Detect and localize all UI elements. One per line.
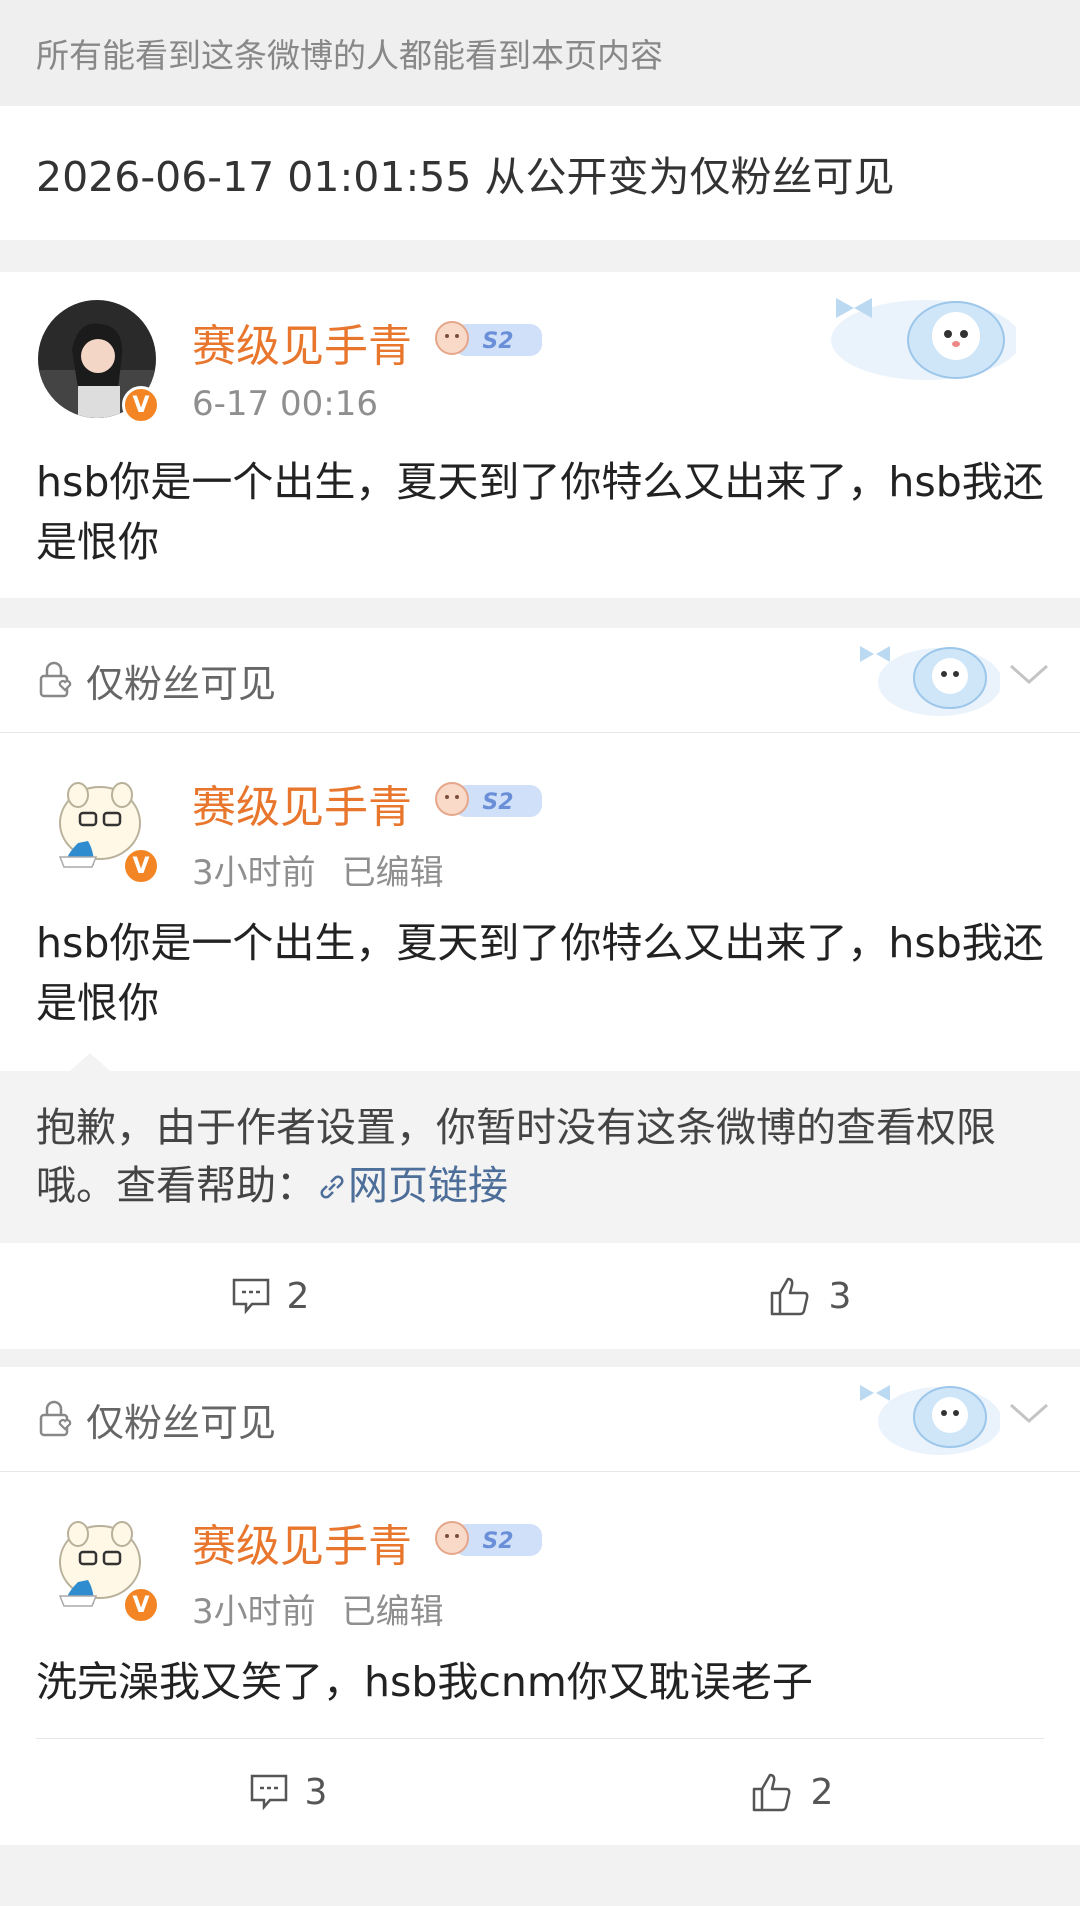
- card-decoration-icon: [831, 298, 1016, 380]
- visibility-change-row: 2026-06-17 01:01:55 从公开变为仅粉丝可见: [0, 106, 1080, 240]
- post-header: V 赛级见手青 S2 3小时前 已编辑: [0, 1472, 1080, 1652]
- post-meta: 6-17 00:16: [192, 384, 378, 424]
- verified-badge-icon: V: [122, 1586, 160, 1624]
- comment-icon: [250, 1774, 287, 1811]
- like-count: 3: [828, 1275, 852, 1317]
- action-bar: 2 3: [0, 1243, 1080, 1349]
- level-badge-icon: S2: [435, 321, 542, 356]
- post-meta: 3小时前 已编辑: [192, 1584, 444, 1633]
- svg-text:S2: S2: [482, 329, 513, 354]
- divider: [0, 1349, 1080, 1367]
- edited-label[interactable]: 已编辑: [342, 1592, 444, 1632]
- level-badge-icon: S2: [435, 1521, 542, 1556]
- svg-text:S2: S2: [482, 790, 513, 815]
- comment-button[interactable]: 3: [36, 1772, 540, 1813]
- post-card[interactable]: 仅粉丝可见 V 赛级见手青: [0, 1367, 1080, 1845]
- visibility-label: 仅粉丝可见: [86, 1400, 277, 1445]
- post-card[interactable]: V 赛级见手青 S2 6-17 00:16 hsb你是一个出生，夏天到了你特么又…: [0, 272, 1080, 598]
- divider: [0, 240, 1080, 272]
- divider: [0, 598, 1080, 628]
- restricted-notice: 抱歉，由于作者设置，你暂时没有这条微博的查看权限哦。查看帮助： 网页链接: [0, 1053, 1080, 1243]
- card-decoration-icon: [860, 1385, 1000, 1455]
- notch: [70, 1053, 110, 1071]
- post-header: V 赛级见手青 S2 6-17 00:16: [0, 272, 1080, 452]
- web-link[interactable]: 网页链接: [316, 1163, 508, 1209]
- comment-count: 2: [286, 1275, 310, 1317]
- post-time: 3小时前: [192, 1592, 316, 1632]
- post-meta: 3小时前 已编辑: [192, 845, 444, 894]
- thumbs-up-icon: [770, 1277, 808, 1316]
- post-text[interactable]: 洗完澡我又笑了，hsb我cnm你又耽误老子: [0, 1652, 1080, 1738]
- username[interactable]: 赛级见手青: [192, 310, 412, 374]
- thumbs-up-icon: [752, 1773, 790, 1812]
- username[interactable]: 赛级见手青: [192, 1510, 412, 1574]
- like-button[interactable]: 3: [540, 1274, 1080, 1318]
- avatar[interactable]: V: [38, 300, 160, 424]
- verified-badge-icon: V: [122, 386, 160, 424]
- post-time: 6-17 00:16: [192, 384, 378, 424]
- post-card[interactable]: 仅粉丝可见 V 赛级见手青: [0, 628, 1080, 1349]
- avatar[interactable]: V: [38, 1500, 160, 1624]
- restricted-text: 抱歉，由于作者设置，你暂时没有这条微博的查看权限哦。查看帮助：: [36, 1105, 996, 1209]
- comment-button[interactable]: 2: [0, 1276, 540, 1317]
- avatar[interactable]: V: [38, 761, 160, 885]
- change-text: 2026-06-17 01:01:55 从公开变为仅粉丝可见: [36, 153, 895, 201]
- chevron-down-icon[interactable]: [1008, 1401, 1050, 1425]
- lock-heart-icon: [39, 661, 72, 698]
- post-text[interactable]: hsb你是一个出生，夏天到了你特么又出来了，hsb我还是恨你: [0, 913, 1080, 1071]
- post-header: V 赛级见手青 S2 3小时前 已编辑: [0, 733, 1080, 913]
- visibility-bar[interactable]: 仅粉丝可见: [0, 628, 1080, 733]
- svg-text:S2: S2: [482, 1529, 513, 1554]
- comment-icon: [232, 1278, 269, 1315]
- level-badge-icon: S2: [435, 782, 542, 817]
- verified-badge-icon: V: [122, 847, 160, 885]
- card-decoration-icon: [860, 646, 1000, 716]
- visibility-label: 仅粉丝可见: [86, 661, 277, 706]
- username[interactable]: 赛级见手青: [192, 771, 412, 835]
- lock-heart-icon: [39, 1400, 72, 1437]
- edited-label[interactable]: 已编辑: [342, 853, 444, 893]
- like-count: 2: [810, 1771, 834, 1813]
- link-text: 网页链接: [348, 1163, 508, 1209]
- link-icon: [320, 1175, 344, 1199]
- post-time: 3小时前: [192, 853, 316, 893]
- visibility-notice: 所有能看到这条微博的人都能看到本页内容: [0, 0, 1080, 106]
- notice-text: 所有能看到这条微博的人都能看到本页内容: [36, 36, 663, 75]
- chevron-down-icon[interactable]: [1008, 662, 1050, 686]
- post-text[interactable]: hsb你是一个出生，夏天到了你特么又出来了，hsb我还是恨你: [0, 452, 1080, 598]
- action-bar: 3 2: [36, 1738, 1044, 1845]
- like-button[interactable]: 2: [540, 1770, 1044, 1814]
- visibility-bar[interactable]: 仅粉丝可见: [0, 1367, 1080, 1472]
- comment-count: 3: [304, 1771, 328, 1813]
